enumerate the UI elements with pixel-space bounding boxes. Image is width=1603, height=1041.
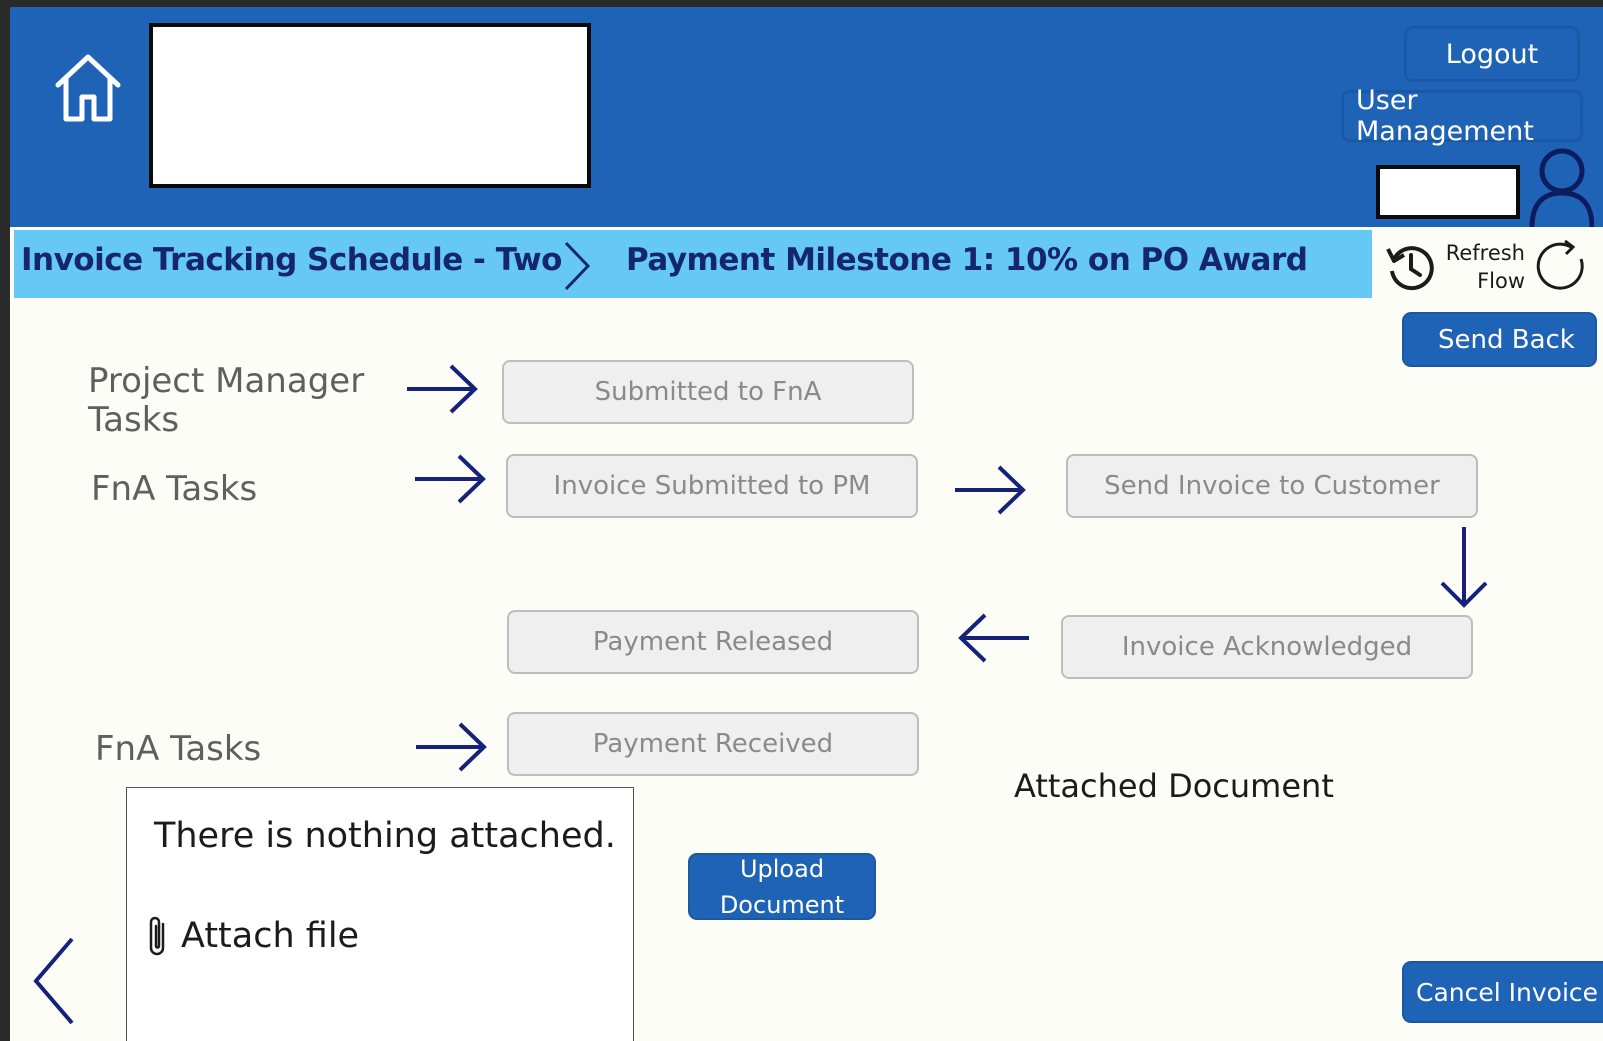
attachments-panel: There is nothing attached. Attach file	[126, 787, 634, 1041]
attach-file-label: Attach file	[181, 916, 360, 956]
user-icon[interactable]	[1524, 145, 1594, 227]
refresh-label-line2: Flow	[1477, 269, 1525, 293]
header-bar: Logout User Management	[10, 7, 1603, 227]
cancel-invoice-button[interactable]: Cancel Invoice	[1402, 961, 1603, 1023]
history-icon[interactable]	[1384, 241, 1436, 293]
paperclip-icon	[149, 916, 165, 956]
invoice-acknowledged-button[interactable]: Invoice Acknowledged	[1061, 615, 1473, 679]
chevron-left-icon[interactable]	[30, 935, 80, 1025]
refresh-label-line1: Refresh	[1445, 241, 1525, 265]
arrow-right-icon	[416, 722, 487, 772]
refresh-flow-label[interactable]: Refresh Flow	[1440, 239, 1525, 295]
invoice-submitted-to-pm-button[interactable]: Invoice Submitted to PM	[506, 454, 918, 518]
attached-document-title: Attached Document	[1014, 767, 1334, 805]
upload-document-button[interactable]: Upload Document	[688, 853, 876, 920]
logo-placeholder	[149, 23, 591, 188]
arrow-right-icon	[407, 364, 478, 414]
send-invoice-to-customer-button[interactable]: Send Invoice to Customer	[1066, 454, 1478, 518]
breadcrumb: Invoice Tracking Schedule - Two Payment …	[14, 230, 1372, 298]
chevron-right-icon	[564, 241, 591, 291]
pm-label-line1: Project Manager	[88, 361, 365, 401]
arrow-right-icon	[955, 465, 1026, 515]
payment-received-button[interactable]: Payment Received	[507, 712, 919, 776]
breadcrumb-milestone: Payment Milestone 1: 10% on PO Award	[626, 242, 1308, 278]
user-name-box	[1376, 165, 1520, 219]
home-icon[interactable]	[52, 49, 124, 125]
project-manager-tasks-label: Project Manager Tasks	[88, 362, 388, 440]
attach-file-button[interactable]: Attach file	[145, 912, 359, 960]
upload-label-line2: Document	[719, 890, 845, 919]
app-screen: Logout User Management Invoice Tracking …	[10, 7, 1603, 1041]
fna-tasks-label-2: FnA Tasks	[95, 729, 262, 769]
logout-button[interactable]: Logout	[1405, 27, 1579, 81]
fna-tasks-label: FnA Tasks	[91, 469, 258, 509]
arrow-right-icon	[415, 454, 486, 504]
payment-released-button[interactable]: Payment Released	[507, 610, 919, 674]
submitted-to-fna-button[interactable]: Submitted to FnA	[502, 360, 914, 424]
upload-label-line1: Upload	[739, 854, 825, 883]
arrow-left-icon	[958, 613, 1029, 663]
attachments-empty-message: There is nothing attached.	[154, 816, 616, 856]
refresh-icon[interactable]	[1535, 239, 1587, 295]
arrow-down-icon	[1440, 527, 1488, 608]
pm-label-line2: Tasks	[88, 400, 180, 440]
breadcrumb-schedule[interactable]: Invoice Tracking Schedule - Two	[21, 242, 562, 278]
send-back-button[interactable]: Send Back	[1402, 312, 1597, 367]
user-management-button[interactable]: User Management	[1342, 85, 1582, 147]
